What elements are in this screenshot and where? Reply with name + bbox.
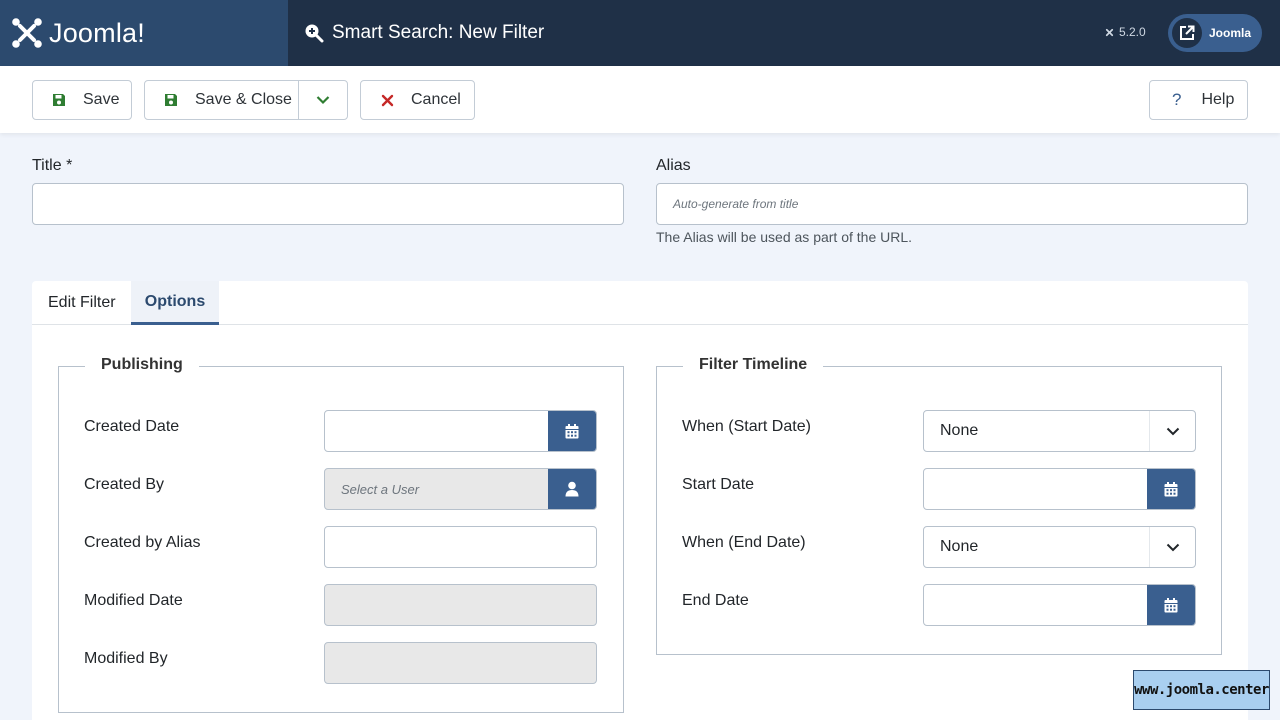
when-end-label: When (End Date) xyxy=(682,534,806,551)
x-icon xyxy=(381,94,394,107)
user-icon xyxy=(565,481,579,497)
cancel-label: Cancel xyxy=(411,91,461,108)
created-by-placeholder: Select a User xyxy=(341,482,420,497)
publishing-fieldset: Publishing Created Date Created By Selec… xyxy=(58,356,624,713)
floppy-disk-icon xyxy=(52,93,66,107)
save-button[interactable]: Save xyxy=(32,80,132,120)
tab-options[interactable]: Options xyxy=(131,281,219,325)
filter-card: Edit Filter Options Publishing Created D… xyxy=(32,281,1248,720)
chevron-down-icon xyxy=(316,96,330,105)
title-input[interactable] xyxy=(32,183,624,225)
user-menu-button[interactable]: Joomla xyxy=(1168,14,1262,52)
tab-edit-filter[interactable]: Edit Filter xyxy=(48,281,116,325)
when-start-label: When (Start Date) xyxy=(682,418,811,435)
end-date-input[interactable] xyxy=(923,584,1196,626)
top-header: Joomla! Smart Search: New Filter 5.2.0 J… xyxy=(0,0,1280,66)
when-end-value: None xyxy=(940,538,979,555)
start-date-label: Start Date xyxy=(682,476,755,493)
page-title-area: Smart Search: New Filter xyxy=(304,0,544,66)
save-close-label: Save & Close xyxy=(195,91,292,108)
calendar-button[interactable] xyxy=(1147,585,1195,625)
brand-name: Joomla! xyxy=(49,17,145,48)
created-by-input[interactable]: Select a User xyxy=(324,468,597,510)
alias-hint: The Alias will be used as part of the UR… xyxy=(656,229,913,245)
calendar-icon xyxy=(1164,597,1178,612)
alias-placeholder: Auto-generate from title xyxy=(673,197,799,211)
publishing-legend: Publishing xyxy=(85,356,199,374)
when-start-select[interactable]: None xyxy=(923,410,1196,452)
filter-timeline-legend: Filter Timeline xyxy=(683,356,824,374)
when-start-value: None xyxy=(940,422,979,439)
external-link-icon xyxy=(1172,18,1202,48)
tab-bar: Edit Filter Options xyxy=(32,281,1248,325)
created-date-input[interactable] xyxy=(324,410,597,452)
version-info: 5.2.0 xyxy=(1104,25,1146,39)
created-date-label: Created Date xyxy=(84,418,180,435)
watermark: www.joomla.center xyxy=(1133,670,1270,710)
floppy-disk-icon xyxy=(164,93,178,107)
modified-by-input xyxy=(324,642,597,684)
question-icon: ? xyxy=(1172,90,1182,109)
created-by-alias-input[interactable] xyxy=(324,526,597,568)
joomla-logo-icon xyxy=(12,18,42,48)
filter-timeline-fieldset: Filter Timeline When (Start Date) None S… xyxy=(656,356,1222,655)
modified-date-input xyxy=(324,584,597,626)
save-close-button-group: Save & Close xyxy=(144,80,348,120)
created-by-label: Created By xyxy=(84,476,165,493)
search-plus-icon xyxy=(305,24,324,43)
end-date-label: End Date xyxy=(682,592,749,609)
select-user-button[interactable] xyxy=(548,469,596,509)
version-number: 5.2.0 xyxy=(1119,25,1146,39)
cancel-button[interactable]: Cancel xyxy=(360,80,475,120)
save-close-button[interactable]: Save & Close xyxy=(145,81,299,119)
calendar-button[interactable] xyxy=(548,411,596,451)
title-label: Title * xyxy=(32,157,73,174)
joomla-logo[interactable]: Joomla! xyxy=(0,0,288,66)
page-title: Smart Search: New Filter xyxy=(332,22,545,43)
chevron-down-icon xyxy=(1149,411,1195,451)
modified-date-label: Modified Date xyxy=(84,592,183,609)
calendar-button[interactable] xyxy=(1147,469,1195,509)
calendar-icon xyxy=(565,423,579,438)
alias-input[interactable]: Auto-generate from title xyxy=(656,183,1248,225)
modified-by-label: Modified By xyxy=(84,650,168,667)
calendar-icon xyxy=(1164,481,1178,496)
start-date-input[interactable] xyxy=(923,468,1196,510)
toolbar: Save Save & Close Cancel ? Help xyxy=(0,66,1280,133)
help-label: Help xyxy=(1201,91,1235,108)
when-end-select[interactable]: None xyxy=(923,526,1196,568)
created-by-alias-label: Created by Alias xyxy=(84,534,201,551)
help-button[interactable]: ? Help xyxy=(1149,80,1248,120)
save-label: Save xyxy=(83,91,120,108)
chevron-down-icon xyxy=(1149,527,1195,567)
alias-label: Alias xyxy=(656,157,691,174)
save-options-dropdown[interactable] xyxy=(299,81,347,119)
user-menu-label: Joomla xyxy=(1209,26,1252,40)
joomla-small-icon xyxy=(1105,28,1114,36)
